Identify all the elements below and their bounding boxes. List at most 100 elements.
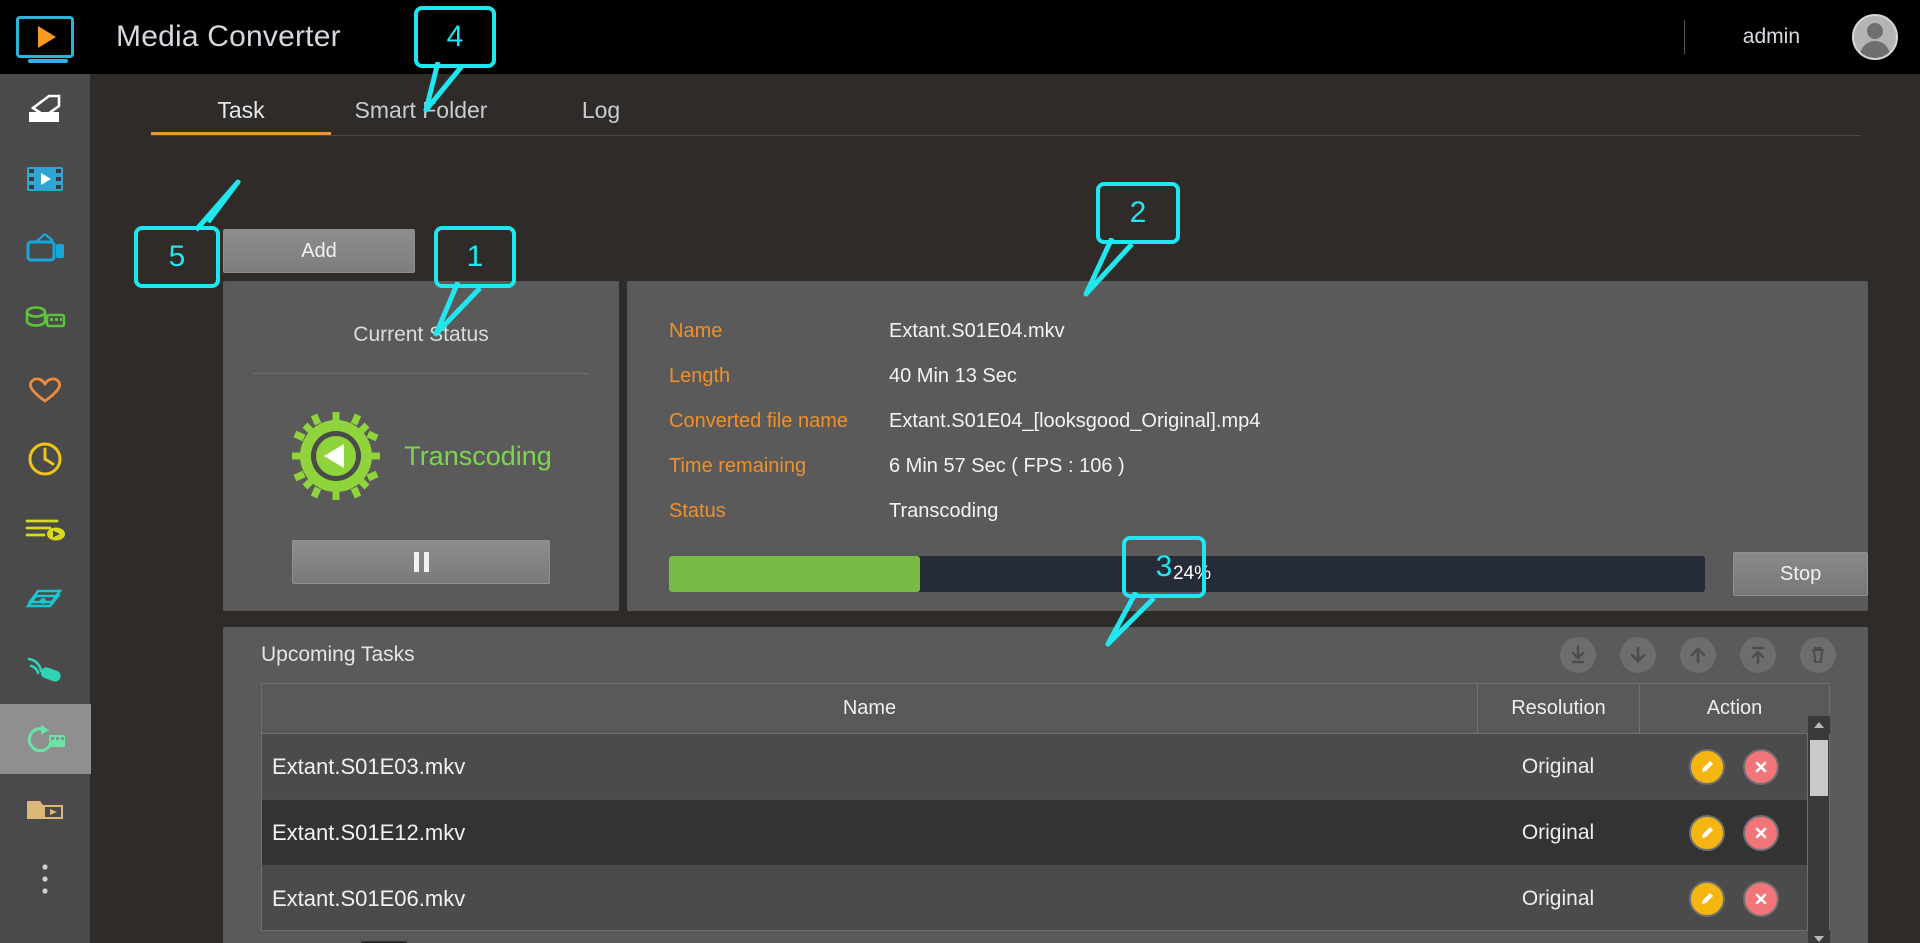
detail-row: Length 40 Min 13 Sec [669,354,1868,399]
scroll-up-icon[interactable] [1808,716,1830,734]
film-strip-icon [27,167,63,191]
edit-pencil-icon[interactable] [1689,748,1725,785]
scrollbar-thumb[interactable] [1810,740,1828,796]
detail-value-length: 40 Min 13 Sec [889,365,1017,387]
heart-icon [28,377,62,403]
pause-button[interactable] [292,540,550,584]
media-play-monitor-icon [16,16,74,63]
delete-x-icon[interactable] [1743,880,1779,917]
control-panel-icon [29,94,61,122]
move-up-icon[interactable] [1680,637,1716,673]
table-body: Extant.S01E03.mkv Original Extant.S01E12… [262,734,1829,930]
upcoming-tasks-table: Name Resolution Action Extant.S01E03.mkv… [261,683,1830,943]
user-name[interactable]: admin [1743,25,1800,49]
tab-underline [151,135,1861,136]
detail-value-name: Extant.S01E04.mkv [889,320,1065,342]
sidebar-item-playlist[interactable] [0,494,91,564]
cell-name: Extant.S01E03.mkv [272,753,466,779]
detail-value-status: Transcoding [889,500,999,522]
divider [253,373,589,374]
pause-icon [413,552,419,572]
cell-action [1639,814,1829,851]
sidebar-item-file-station[interactable] [0,774,91,844]
detail-label-length: Length [669,365,731,387]
sidebar-item-photos[interactable] [0,564,91,634]
photo-eye-icon [25,589,63,608]
task-detail-rows: Name Extant.S01E04.mkv Length 40 Min 13 … [627,281,1868,534]
table-row[interactable]: Extant.S01E12.mkv Original [262,800,1829,866]
add-button[interactable]: Add [223,229,415,273]
cell-resolution: Original [1521,754,1595,778]
callout-2: 2 [1083,182,1180,297]
scroll-down-icon[interactable] [1808,930,1830,943]
column-header-name[interactable]: Name [262,684,1477,733]
stop-button[interactable]: Stop [1733,552,1868,596]
current-status-title: Current Status [353,323,489,346]
delete-x-icon[interactable] [1743,814,1779,851]
table-row[interactable]: Extant.S01E06.mkv Original [262,866,1829,930]
sidebar-item-recent[interactable] [0,424,91,494]
detail-label-converted-file-name: Converted file name [669,410,848,432]
top-bar-right: admin [1683,14,1920,60]
user-avatar-icon[interactable] [1852,14,1898,60]
table-header: Name Resolution Action [262,684,1829,734]
sidebar-item-favorites[interactable] [0,354,91,424]
callout-number: 1 [434,226,516,288]
main-content: Task Smart Folder Log Add Current Status [91,74,1920,943]
transcoding-status-text: Transcoding [404,440,552,471]
callout-number: 5 [134,226,220,288]
detail-label-status: Status [669,500,726,522]
detail-row: Time remaining 6 Min 57 Sec ( FPS : 106 … [669,444,1868,489]
detail-row: Name Extant.S01E04.mkv [669,309,1868,354]
top-bar: Media Converter admin [0,0,1920,74]
remote-control-icon [27,657,61,682]
delete-x-icon[interactable] [1743,748,1779,785]
current-status-body: Transcoding [223,410,619,502]
callout-number: 4 [414,6,496,68]
move-down-icon[interactable] [1620,637,1656,673]
move-to-top-icon[interactable] [1740,637,1776,673]
delete-icon[interactable] [1800,637,1836,673]
detail-label-time-remaining: Time remaining [669,455,807,477]
folder-video-icon [27,801,63,819]
move-to-bottom-icon[interactable] [1560,637,1596,673]
table-scrollbar[interactable] [1807,716,1830,943]
sidebar-item-tv[interactable] [0,214,91,284]
cell-name: Extant.S01E12.mkv [272,819,466,845]
tab-log[interactable]: Log [511,97,691,136]
app-root: Media Converter admin Task Smart Folder … [0,0,1920,943]
playlist-icon [25,519,65,541]
task-detail-card: Name Extant.S01E04.mkv Length 40 Min 13 … [627,281,1868,611]
detail-value-converted-file-name: Extant.S01E04_[looksgood_Original].mp4 [889,410,1261,432]
detail-row: Converted file name Extant.S01E04_[looks… [669,399,1868,444]
sidebar-item-remote[interactable] [0,634,91,704]
cell-resolution: Original [1521,886,1595,910]
sidebar-item-media-server[interactable] [0,284,91,354]
table-row[interactable]: Extant.S01E03.mkv Original [262,734,1829,800]
tab-bar: Task Smart Folder Log [91,74,1920,136]
pause-icon [423,552,429,572]
callout-number: 2 [1096,182,1180,244]
sidebar-item-more[interactable] [0,844,91,914]
column-header-action: Action [1639,684,1829,733]
progress-row: 24% Stop [627,534,1868,596]
callout-5: 5 [134,179,241,288]
current-status-card: Current Status Transcoding [223,281,619,611]
tab-task[interactable]: Task [151,97,331,136]
edit-pencil-icon[interactable] [1689,814,1725,851]
pagination: 1 2 1-10 of 12 [223,931,1868,943]
sidebar-item-videos[interactable] [0,144,91,214]
transcoding-gear-icon [290,410,382,502]
upcoming-tasks-header: Upcoming Tasks [223,627,1868,683]
detail-value-time-remaining: 6 Min 57 Sec ( FPS : 106 ) [889,455,1125,477]
callout-1: 1 [433,226,516,337]
play-triangle-icon [38,26,56,48]
media-converter-icon [27,725,65,753]
divider [1683,20,1685,54]
app-title: Media Converter [116,20,341,53]
edit-pencil-icon[interactable] [1689,880,1725,917]
column-header-resolution[interactable]: Resolution [1477,684,1639,733]
sidebar-item-media-converter[interactable] [0,704,91,774]
cell-resolution: Original [1521,820,1595,844]
sidebar-item-control-panel[interactable] [0,74,91,144]
